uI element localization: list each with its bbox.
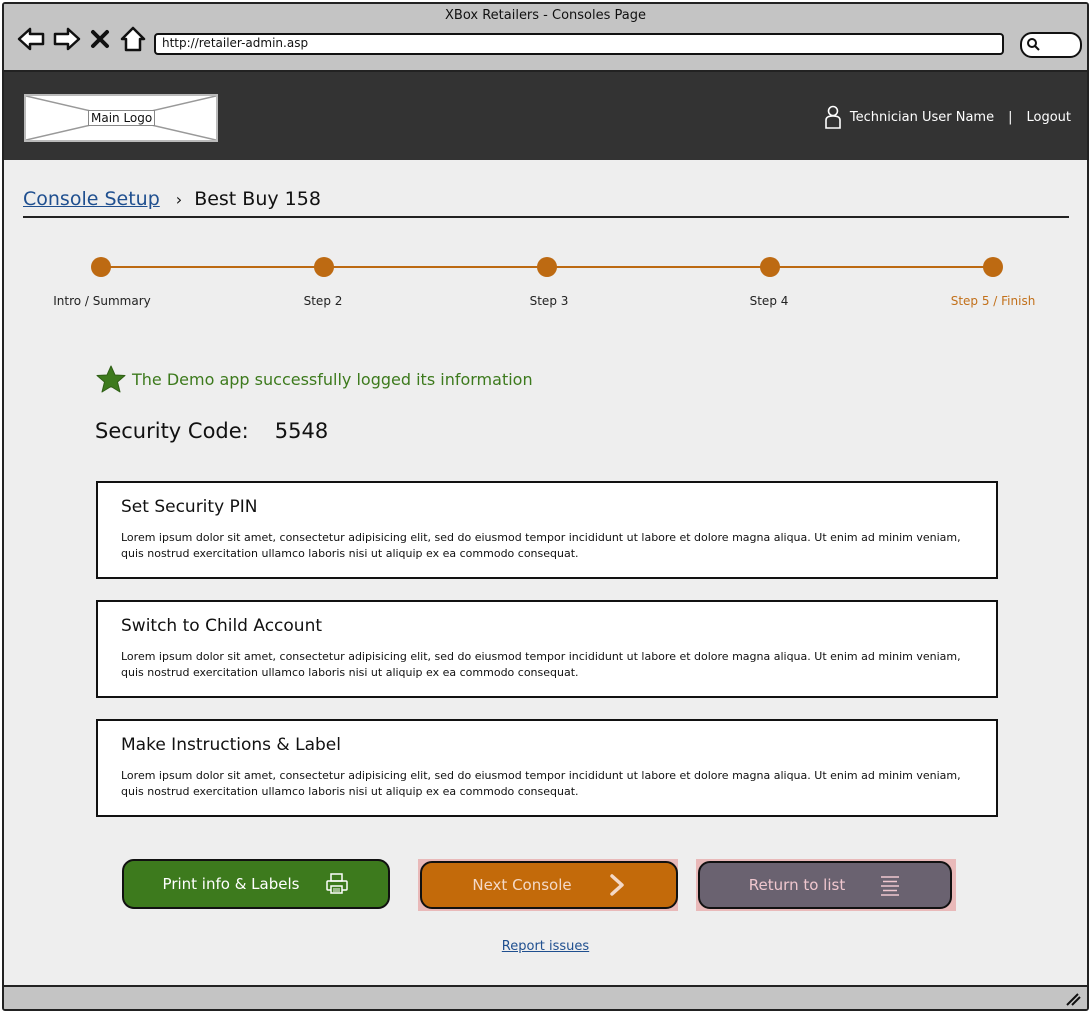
security-code-label: Security Code: bbox=[95, 419, 249, 443]
forward-icon[interactable] bbox=[52, 24, 82, 54]
card-make-instructions-label: Make Instructions & Label Lorem ipsum do… bbox=[96, 719, 998, 817]
chevron-right-icon: › bbox=[175, 190, 183, 209]
return-button-label: Return to list bbox=[748, 876, 846, 894]
card-body: Lorem ipsum dolor sit amet, consectetur … bbox=[121, 650, 961, 679]
url-text: http://retailer-admin.asp bbox=[162, 36, 309, 50]
browser-window: XBox Retailers - Consoles Page http://re… bbox=[2, 2, 1089, 1011]
search-box[interactable] bbox=[1020, 32, 1082, 58]
return-to-list-button[interactable]: Return to list bbox=[698, 861, 952, 909]
card-switch-child-account: Switch to Child Account Lorem ipsum dolo… bbox=[96, 600, 998, 698]
card-title: Set Security PIN bbox=[121, 497, 258, 517]
user-icon bbox=[825, 105, 841, 129]
success-message: The Demo app successfully logged its inf… bbox=[96, 365, 533, 393]
step-dot-3[interactable] bbox=[537, 257, 557, 277]
breadcrumb-current: Best Buy 158 bbox=[194, 188, 321, 210]
step-label-1[interactable]: Intro / Summary bbox=[53, 294, 151, 308]
user-area: Technician User Name | Logout bbox=[824, 105, 1071, 129]
main-logo[interactable]: Main Logo bbox=[24, 94, 218, 142]
step-dot-2[interactable] bbox=[314, 257, 334, 277]
printer-icon bbox=[326, 873, 349, 894]
home-icon[interactable] bbox=[118, 24, 148, 54]
card-body: Lorem ipsum dolor sit amet, consectetur … bbox=[121, 769, 961, 798]
url-input[interactable]: http://retailer-admin.asp bbox=[154, 33, 1004, 55]
next-button-label: Next Console bbox=[472, 876, 572, 894]
back-icon[interactable] bbox=[16, 24, 46, 54]
security-code: Security Code: 5548 bbox=[95, 419, 328, 443]
app-header: Main Logo Technician User Name | Logout bbox=[4, 72, 1087, 160]
user-name[interactable]: Technician User Name bbox=[850, 110, 994, 125]
card-title: Switch to Child Account bbox=[121, 616, 323, 636]
progress-stepper: Intro / Summary Step 2 Step 3 Step 4 Ste… bbox=[4, 254, 1087, 314]
step-label-2[interactable]: Step 2 bbox=[304, 294, 343, 308]
logout-link[interactable]: Logout bbox=[1026, 110, 1071, 125]
logo-label: Main Logo bbox=[88, 110, 156, 126]
step-dot-1[interactable] bbox=[91, 257, 111, 277]
stop-icon[interactable] bbox=[88, 24, 112, 54]
browser-statusbar bbox=[4, 985, 1087, 1009]
card-body: Lorem ipsum dolor sit amet, consectetur … bbox=[121, 531, 961, 560]
breadcrumb-console-setup[interactable]: Console Setup bbox=[23, 188, 160, 210]
header-separator: | bbox=[1008, 109, 1013, 125]
step-dot-4[interactable] bbox=[760, 257, 780, 277]
print-button-label: Print info & Labels bbox=[162, 875, 300, 893]
star-icon bbox=[96, 365, 126, 393]
card-set-security-pin: Set Security PIN Lorem ipsum dolor sit a… bbox=[96, 481, 998, 579]
search-icon bbox=[1027, 38, 1040, 51]
chevron-right-icon bbox=[609, 874, 624, 896]
print-labels-button[interactable]: Print info & Labels bbox=[122, 859, 390, 909]
report-issues-link[interactable]: Report issues bbox=[4, 939, 1087, 954]
step-label-4[interactable]: Step 4 bbox=[750, 294, 789, 308]
step-dot-5[interactable] bbox=[983, 257, 1003, 277]
next-console-highlight: Next Console bbox=[418, 859, 678, 911]
breadcrumb: Console Setup › Best Buy 158 bbox=[23, 188, 1069, 218]
browser-toolbar: XBox Retailers - Consoles Page http://re… bbox=[4, 4, 1087, 72]
return-list-highlight: Return to list bbox=[696, 859, 956, 911]
window-title: XBox Retailers - Consoles Page bbox=[445, 8, 646, 23]
step-label-3[interactable]: Step 3 bbox=[530, 294, 569, 308]
step-label-5[interactable]: Step 5 / Finish bbox=[951, 294, 1036, 308]
success-text: The Demo app successfully logged its inf… bbox=[132, 369, 533, 389]
security-code-value: 5548 bbox=[274, 419, 329, 443]
card-title: Make Instructions & Label bbox=[121, 735, 341, 755]
list-icon bbox=[881, 876, 900, 896]
next-console-button[interactable]: Next Console bbox=[420, 861, 678, 909]
resize-grip-icon[interactable] bbox=[1065, 992, 1081, 1006]
